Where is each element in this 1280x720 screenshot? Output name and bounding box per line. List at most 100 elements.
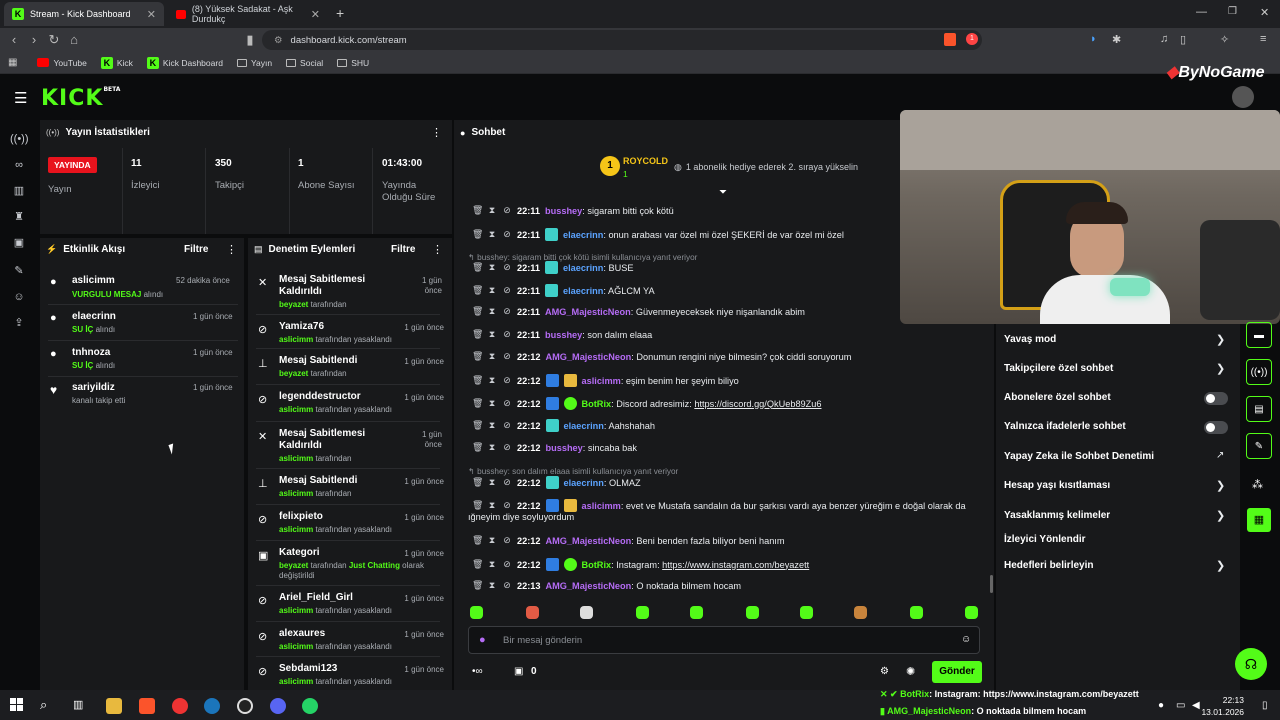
message-user[interactable]: AMG_MajesticNeon [546,581,632,591]
delete-icon[interactable]: 🗑 [472,580,483,591]
clapper-icon[interactable]: ▦ [1247,508,1271,532]
extensions-icon[interactable]: ✱ [1112,33,1121,46]
url-field[interactable]: ⚙ dashboard.kick.com/stream [262,30,982,50]
microphone-icon[interactable]: ● [479,634,486,646]
top-gifter-name[interactable]: ROYCOLD [623,156,668,166]
chat-message[interactable]: 🗑 ⧗ ⊘ 22:11 AMG_MajesticNeon: Güvenmeyecekse… [472,306,805,317]
delete-icon[interactable]: 🗑 [472,398,483,409]
message-link[interactable]: https://discord.gg/QkUeb89Zu6 [694,399,821,409]
chat-message[interactable]: 🗑 ⧗ ⊘ 22:12 AMG_MajesticNeon: Beni benden fa… [472,535,785,546]
ban-icon[interactable]: ⊘ [502,229,512,240]
search-icon[interactable]: ⌕ [40,697,47,713]
bookmark-folder-yayin[interactable]: Yayın [236,58,272,68]
bookmark-folder-shu[interactable]: SHU [337,58,369,68]
delete-icon[interactable]: 🗑 [472,262,483,273]
emote-icon[interactable] [690,606,703,619]
chat-icon[interactable]: ▬ [1246,322,1272,348]
delete-icon[interactable]: 🗑 [472,442,483,453]
people-icon[interactable]: ⁂ [1252,478,1263,491]
emote-icon[interactable] [965,606,978,619]
send-button[interactable]: Gönder [932,661,982,683]
maximize-button[interactable]: ❐ [1228,6,1237,17]
ban-icon[interactable]: ⊘ [502,375,512,386]
timeout-icon[interactable]: ⧗ [487,580,497,591]
delete-icon[interactable]: 🗑 [472,329,483,340]
chat-message[interactable]: 🗑 ⧗ ⊘ 22:12 busshey: sincaba bak [472,442,637,453]
bookmark-icon[interactable]: ▮ [240,32,260,48]
chat-message[interactable]: 🗑 ⧗ ⊘ 22:12 AMG_MajesticNeon: Donumun rengin… [472,351,851,362]
chat-message[interactable]: 🗑 ⧗ ⊘ 22:12 aslicimm: evet ve Mustafa sandal… [472,499,966,512]
message-user[interactable]: busshey [545,330,582,340]
emote-icon[interactable] [854,606,867,619]
message-user[interactable]: busshey [545,206,582,216]
delete-icon[interactable]: 🗑 [472,559,483,570]
message-user[interactable]: BotRix [582,399,612,409]
emoji-icon[interactable]: ☺ [961,634,971,645]
message-user[interactable]: elaecrinn [563,263,603,273]
close-tab-icon[interactable]: ✕ [147,8,156,21]
recorder-icon[interactable] [172,698,188,714]
tab-youtube[interactable]: (8) Yüksek Sadakat - Aşk Durdukç ✕ [168,2,328,26]
close-window-button[interactable]: ✕ [1260,6,1269,19]
ban-icon[interactable]: ⊘ [502,306,512,317]
chat-message[interactable]: 🗑 ⧗ ⊘ 22:11 elaecrinn: BUSE [472,261,633,274]
timeout-icon[interactable]: ⧗ [487,205,497,216]
message-user[interactable]: AMG_MajesticNeon [545,307,631,317]
chat-message[interactable]: 🗑 ⧗ ⊘ 22:12 aslicimm: eşim benim her şeyim b… [472,374,739,387]
setting-yapay-zeka-ile-sohbet-denetimi[interactable]: Yapay Zeka ile Sohbet Denetimi [1004,451,1154,462]
chat-message[interactable]: 🗑 ⧗ ⊘ 22:11 busshey: son dalım elaaa [472,329,652,340]
delete-icon[interactable]: 🗑 [472,535,483,546]
timeout-icon[interactable]: ⧗ [487,306,497,317]
chat-settings-icon[interactable]: •∞ [472,666,483,677]
avatar[interactable] [1232,86,1254,108]
setting-yasaklanmış-kelimeler[interactable]: Yasaklanmış kelimeler [1004,510,1110,521]
broadcast-icon[interactable]: ((•)) [1246,359,1272,385]
chat-message[interactable]: 🗑 ⧗ ⊘ 22:12 elaecrinn: OLMAZ [472,476,641,489]
delete-icon[interactable]: 🗑 [472,306,483,317]
pin-expand-icon[interactable]: ⏷ [719,187,727,198]
chevron-right-icon[interactable]: ❯ [1216,362,1225,375]
delete-icon[interactable]: 🗑 [472,205,483,216]
moderation-title[interactable]: Kategori [279,547,399,559]
minimize-button[interactable]: — [1196,6,1207,18]
timeout-icon[interactable]: ⧗ [487,329,497,340]
translate-icon[interactable]: ◗ [1090,33,1097,45]
bookmark-youtube[interactable]: YouTube [37,58,87,68]
timeout-icon[interactable]: ⧗ [487,477,497,488]
kick-logo[interactable]: KICKBETA [41,86,120,111]
windows-start-icon[interactable] [10,698,23,711]
moderation-title[interactable]: Ariel_Field_Girl [279,592,399,604]
setting-yalnızca-ifadelerle-sohbet[interactable]: Yalnızca ifadelerle sohbet [1004,421,1126,432]
forward-icon[interactable]: › [24,32,44,47]
rewards-icon[interactable]: 1 [966,33,978,45]
timeout-icon[interactable]: ⧗ [487,375,497,386]
wrench-icon[interactable]: ✎ [10,262,28,280]
delete-icon[interactable]: 🗑 [472,477,483,488]
chevron-right-icon[interactable]: ❯ [1216,479,1225,492]
delete-icon[interactable]: 🗑 [472,285,483,296]
back-icon[interactable]: ‹ [4,32,24,47]
bookmark-kick-dashboard[interactable]: K Kick Dashboard [146,56,223,69]
moderation-title[interactable]: alexaures [279,628,399,640]
steam-icon[interactable] [204,698,220,714]
chat-message[interactable]: 🗑 ⧗ ⊘ 22:12 BotRix: Instagram: https://www.i… [472,558,809,571]
clock-time[interactable]: 22:13 [1212,695,1244,705]
wrench-icon[interactable]: ✎ [1246,433,1272,459]
sidebar-icon[interactable]: ▯ [1180,33,1186,46]
emote-icon[interactable] [800,606,813,619]
message-user[interactable]: busshey [546,443,583,453]
ban-icon[interactable]: ⊘ [502,285,512,296]
message-user[interactable]: elaecrinn [564,421,604,431]
ban-icon[interactable]: ⊘ [502,329,512,340]
ban-icon[interactable]: ⊘ [502,398,512,409]
bot-icon[interactable]: ✺ [906,665,915,678]
moderation-title[interactable]: Mesaj Sabitlemesi Kaldırıldı [279,428,379,452]
more-options-icon[interactable]: ⋮ [432,243,443,256]
moderation-title[interactable]: legenddestructor [279,391,399,403]
chat-scrollbar[interactable] [990,575,993,593]
timeout-icon[interactable]: ⧗ [487,559,497,570]
timeout-icon[interactable]: ⧗ [487,442,497,453]
ban-icon[interactable]: ⊘ [502,442,512,453]
bookmark-folder-social[interactable]: Social [286,58,323,68]
message-user[interactable]: BotRix [582,560,612,570]
